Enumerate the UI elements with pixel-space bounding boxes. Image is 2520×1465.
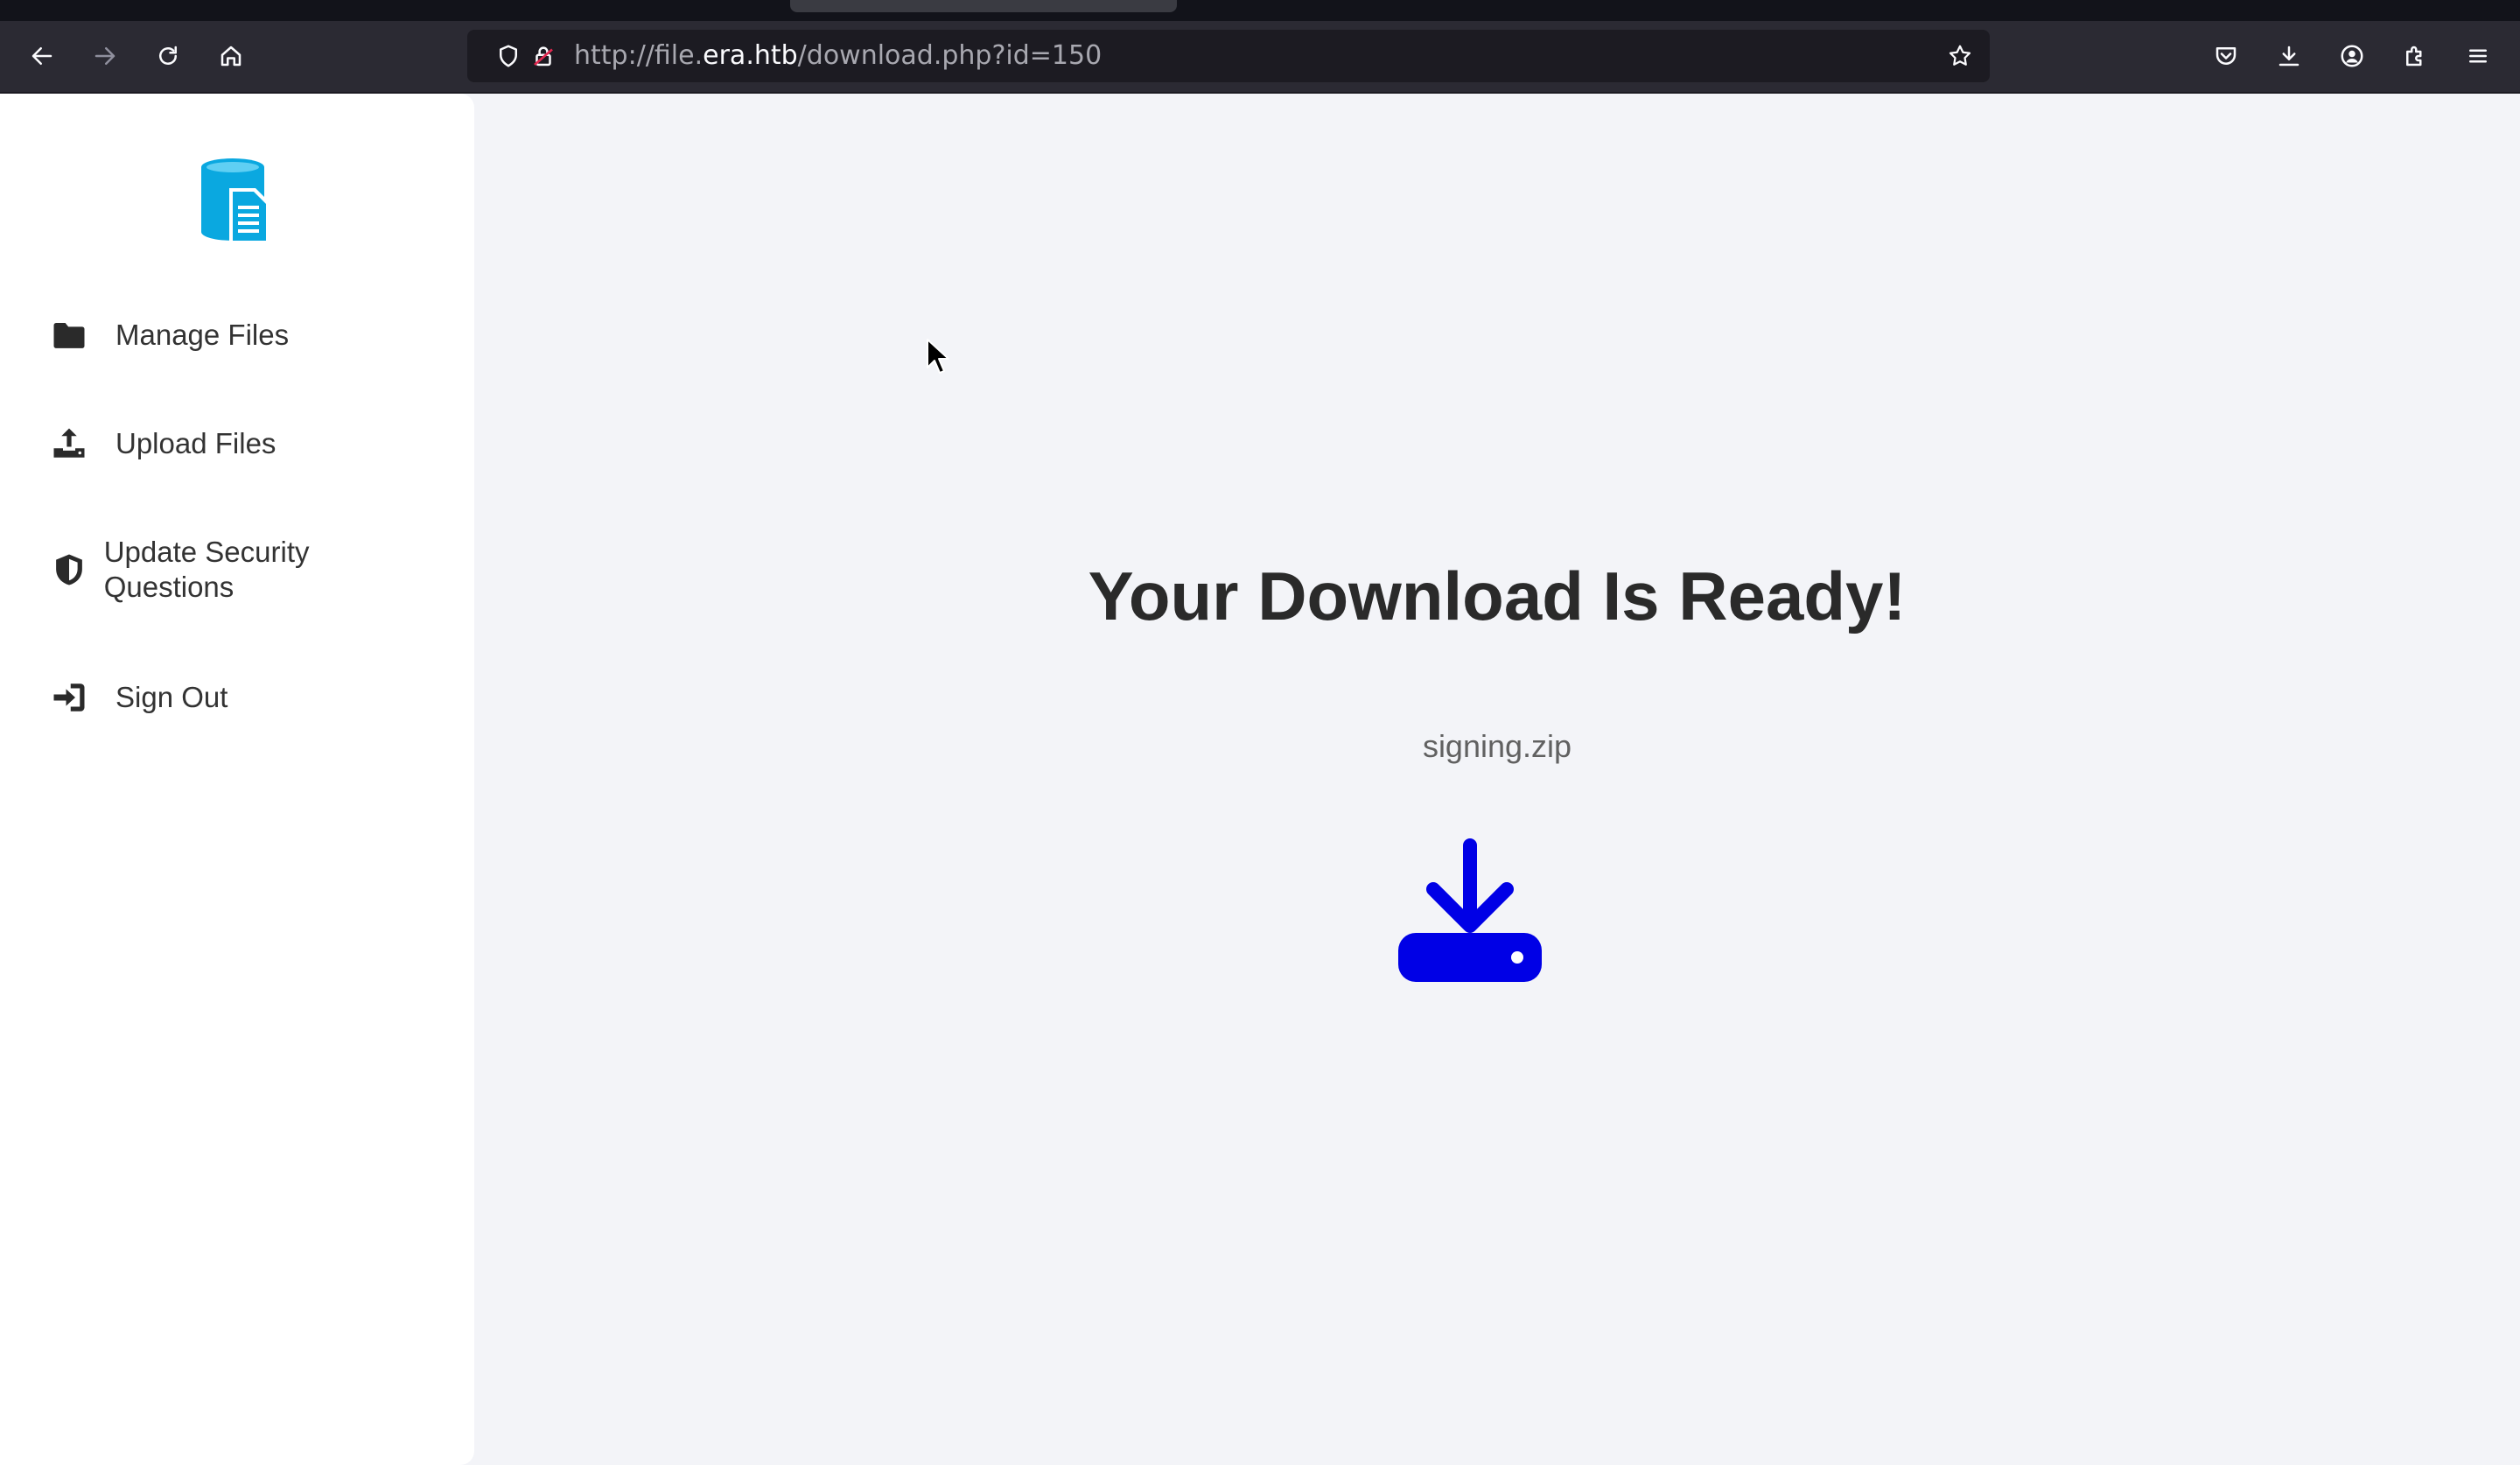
url-text[interactable]: http://file.era.htb/download.php?id=150 <box>574 30 1102 82</box>
url-path: /download.php?id=150 <box>797 40 1102 71</box>
home-button[interactable] <box>212 37 250 75</box>
sidebar-item-label: Upload Files <box>116 427 276 459</box>
account-button[interactable] <box>2333 37 2371 75</box>
sidebar-item-label: Sign Out <box>116 681 228 713</box>
download-icon[interactable] <box>1398 838 1542 982</box>
url-bar[interactable]: http://file.era.htb/download.php?id=150 <box>467 30 1990 82</box>
file-name: signing.zip <box>1422 728 1572 764</box>
reload-icon <box>159 46 177 65</box>
sign-out-icon <box>51 678 100 717</box>
browser-window: http://file.era.htb/download.php?id=150 <box>0 0 2520 1465</box>
sidebar-item-label: Update Security Questions <box>103 536 310 603</box>
tab-strip <box>0 0 2520 21</box>
page-title: Your Download Is Ready! <box>1088 557 1907 634</box>
pocket-icon <box>2216 47 2236 65</box>
active-tab[interactable] <box>790 0 1177 12</box>
insecure-lock-icon[interactable] <box>530 43 556 69</box>
download-arrow-icon <box>2278 46 2300 67</box>
sidebar-item-upload-files[interactable]: Upload Files <box>51 424 453 463</box>
shield-tracking-icon[interactable] <box>495 43 522 69</box>
home-icon <box>220 46 242 67</box>
sidebar-item-update-security-questions[interactable]: Update Security Questions <box>51 535 366 605</box>
url-host: era.htb <box>703 40 798 71</box>
url-prefix: http://file. <box>574 40 704 71</box>
arrow-right-icon <box>94 47 116 65</box>
arrow-left-icon <box>32 47 52 65</box>
sidebar: Manage Files Upload Files Update Securit… <box>0 94 474 1465</box>
file-database-logo-icon <box>201 158 270 244</box>
folder-icon <box>51 316 100 354</box>
back-button[interactable] <box>23 37 61 75</box>
upload-icon <box>51 424 100 463</box>
bookmark-star-icon[interactable] <box>1947 43 1973 69</box>
extensions-button[interactable] <box>2396 37 2434 75</box>
reload-button[interactable] <box>149 37 187 75</box>
sidebar-item-label: Manage Files <box>116 319 290 351</box>
forward-button[interactable] <box>86 37 124 75</box>
shield-icon <box>51 550 88 589</box>
menu-button[interactable] <box>2459 37 2497 75</box>
downloads-button[interactable] <box>2270 37 2308 75</box>
mouse-cursor-icon <box>927 339 949 374</box>
sidebar-item-sign-out[interactable]: Sign Out <box>51 678 453 717</box>
pocket-button[interactable] <box>2207 37 2245 75</box>
hamburger-menu-icon <box>2469 49 2487 63</box>
sidebar-item-manage-files[interactable]: Manage Files <box>51 316 453 354</box>
account-icon <box>2341 45 2363 67</box>
browser-toolbar: http://file.era.htb/download.php?id=150 <box>0 21 2520 94</box>
puzzle-icon <box>2406 46 2422 67</box>
